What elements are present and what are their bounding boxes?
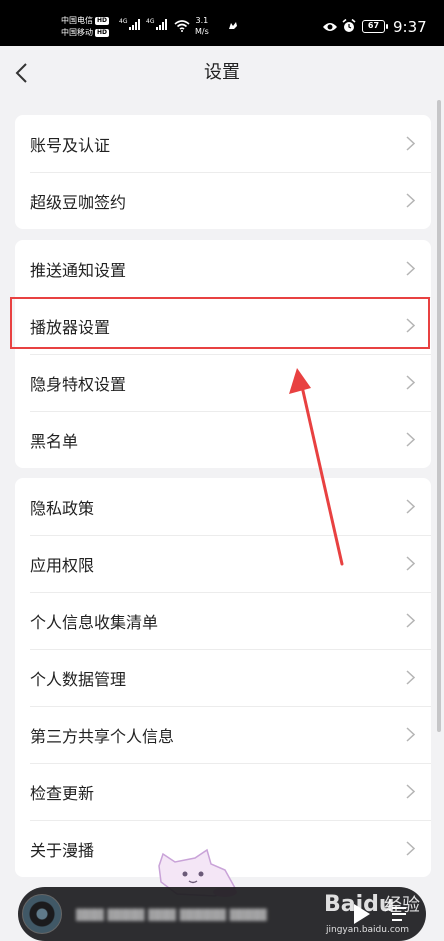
album-cover[interactable] bbox=[22, 894, 62, 934]
settings-item-label: 个人信息收集清单 bbox=[30, 612, 159, 632]
highlight-box bbox=[10, 297, 430, 349]
settings-item-super-douka-contract[interactable]: 超级豆咖签约 bbox=[15, 172, 431, 229]
settings-item-account-verification[interactable]: 账号及认证 bbox=[15, 115, 431, 172]
hd-badge: HD bbox=[95, 17, 110, 25]
settings-item-label: 应用权限 bbox=[30, 555, 95, 575]
settings-item-label: 黑名单 bbox=[30, 431, 79, 451]
now-playing-title[interactable]: ▇▇▇ ▇▇▇▇ ▇▇▇ ▇▇▇▇▇ ▇▇▇▇ bbox=[76, 905, 276, 923]
settings-group-privacy: 隐私政策 应用权限 个人信息收集清单 个人数据管理 第三方共享个人信息 检查更新… bbox=[15, 478, 431, 877]
chevron-right-icon bbox=[406, 375, 415, 390]
settings-item-label: 检查更新 bbox=[30, 783, 95, 803]
settings-item-label: 隐私政策 bbox=[30, 498, 95, 518]
settings-item-third-party-sharing[interactable]: 第三方共享个人信息 bbox=[15, 706, 431, 763]
settings-item-label: 关于漫播 bbox=[30, 840, 95, 860]
chevron-right-icon bbox=[406, 193, 415, 208]
carrier-1: 中国电信 bbox=[61, 16, 93, 25]
settings-item-info-collection-list[interactable]: 个人信息收集清单 bbox=[15, 592, 431, 649]
settings-item-check-update[interactable]: 检查更新 bbox=[15, 763, 431, 820]
nav-bar: 设置 bbox=[0, 46, 444, 100]
annotation-arrow-icon bbox=[289, 368, 344, 566]
chevron-right-icon bbox=[406, 841, 415, 856]
settings-item-blacklist[interactable]: 黑名单 bbox=[15, 411, 431, 468]
carrier-info: 中国电信 HD 中国移动 HD bbox=[61, 15, 110, 39]
settings-item-label: 超级豆咖签约 bbox=[30, 192, 127, 212]
settings-item-label: 账号及认证 bbox=[30, 135, 111, 155]
clock: 9:37 bbox=[393, 18, 427, 36]
chevron-right-icon bbox=[406, 613, 415, 628]
battery-icon: 67 bbox=[362, 20, 388, 33]
status-bar: 中国电信 HD 中国移动 HD 4G 4G 3.1 M/s 67 9:37 bbox=[0, 0, 444, 46]
page-title: 设置 bbox=[204, 62, 240, 83]
baidu-jingyan-watermark: Baidu 经验 jingyan.baidu.com bbox=[322, 888, 422, 940]
chevron-right-icon bbox=[406, 136, 415, 151]
settings-group-account: 账号及认证 超级豆咖签约 bbox=[15, 115, 431, 229]
chevron-right-icon bbox=[406, 784, 415, 799]
network-speed: 3.1 M/s bbox=[195, 16, 209, 36]
notification-bird-icon bbox=[229, 22, 237, 29]
chevron-right-icon bbox=[406, 670, 415, 685]
settings-item-personal-data[interactable]: 个人数据管理 bbox=[15, 649, 431, 706]
settings-group-preferences: 推送通知设置 播放器设置 隐身特权设置 黑名单 bbox=[15, 240, 431, 468]
settings-item-label: 个人数据管理 bbox=[30, 669, 127, 689]
settings-item-push-notifications[interactable]: 推送通知设置 bbox=[15, 240, 431, 297]
scrollbar[interactable] bbox=[437, 100, 441, 732]
settings-item-label: 第三方共享个人信息 bbox=[30, 726, 175, 746]
wifi-icon bbox=[174, 20, 190, 32]
settings-item-label: 推送通知设置 bbox=[30, 260, 127, 280]
alarm-icon bbox=[342, 19, 356, 32]
carrier-2: 中国移动 bbox=[61, 28, 93, 37]
chevron-right-icon bbox=[406, 261, 415, 276]
chevron-right-icon bbox=[406, 499, 415, 514]
settings-item-app-permissions[interactable]: 应用权限 bbox=[15, 535, 431, 592]
chevron-right-icon bbox=[406, 556, 415, 571]
chevron-right-icon bbox=[406, 727, 415, 742]
settings-item-invisible-privilege[interactable]: 隐身特权设置 bbox=[15, 354, 431, 411]
settings-item-privacy-policy[interactable]: 隐私政策 bbox=[15, 478, 431, 535]
watermark-url: jingyan.baidu.com bbox=[326, 925, 410, 935]
eye-icon bbox=[323, 23, 337, 31]
watermark-jingyan: 经验 bbox=[384, 895, 420, 916]
signal-icon: 4G bbox=[146, 18, 168, 30]
hd-badge: HD bbox=[95, 29, 110, 37]
chevron-right-icon bbox=[406, 432, 415, 447]
signal-icon: 4G bbox=[119, 18, 141, 30]
settings-item-label: 隐身特权设置 bbox=[30, 374, 127, 394]
